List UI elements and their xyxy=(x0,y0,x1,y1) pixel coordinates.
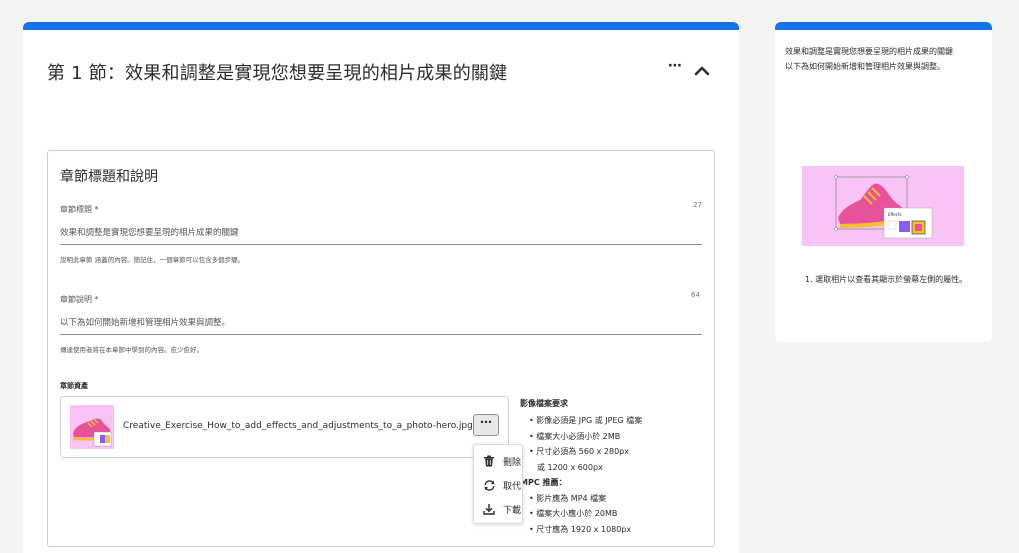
preview-text: 效果和調整是實現您想要呈現的相片成果的關鍵 以下為如何開始新增和管理相片效果與調… xyxy=(785,44,985,74)
preview-title: 效果和調整是實現您想要呈現的相片成果的關鍵 xyxy=(785,47,953,56)
asset-context-menu: 刪除 取代 下載 xyxy=(473,444,523,524)
title-input[interactable]: 效果和調整是實現您想要呈現的相片成果的關鍵 xyxy=(60,226,702,245)
preview-description: 以下為如何開始新增和管理相片效果與調整。 xyxy=(785,62,945,71)
menu-item-replace[interactable]: 取代 xyxy=(474,474,522,496)
preview-step: 1. 選取相片以查看其顯示於螢幕左側的屬性。 xyxy=(805,275,968,284)
preview-image: Effects xyxy=(802,166,964,246)
asset-item: Creative_Exercise_How_to_add_effects_and… xyxy=(60,396,509,458)
title-char-count: 27 xyxy=(693,201,702,209)
title-field-label: 章節標題 * xyxy=(60,205,99,214)
requirement-line: • 影像必須是 JPG 或 JPEG 檔案 xyxy=(529,416,643,425)
requirement-line: • 尺寸必須為 560 x 280px xyxy=(529,447,629,456)
mpc-line: • 尺寸應為 1920 x 1080px xyxy=(529,524,632,534)
preview-accent-bar xyxy=(775,22,992,30)
menu-item-replace-label: 取代 xyxy=(503,481,522,492)
requirements-title: 影像檔案要求 xyxy=(520,399,568,408)
menu-item-download-label: 下載 xyxy=(503,505,522,516)
section-title: 第 1 節：效果和調整是實現您想要呈現的相片成果的關鍵 xyxy=(47,63,508,84)
requirement-line: • 檔案大小必須小於 2MB xyxy=(529,431,621,441)
asset-filename: Creative_Exercise_How_to_add_effects_and… xyxy=(123,421,473,431)
requirement-line: 或 1200 x 600px xyxy=(537,462,603,472)
asset-thumbnail xyxy=(70,405,114,449)
menu-item-delete[interactable]: 刪除 xyxy=(474,450,522,472)
shoe-image: Effects xyxy=(834,175,933,239)
section-details-card: 章節標題和說明 章節標題 * 27 效果和調整是實現您想要呈現的相片成果的關鍵 … xyxy=(47,150,715,547)
trash-icon xyxy=(484,455,494,467)
image-requirements: 影像檔案要求 • 影像必須是 JPG 或 JPEG 檔案 • 檔案大小必須小於 … xyxy=(520,398,680,537)
chevron-up-icon xyxy=(694,66,710,76)
refresh-icon xyxy=(484,479,495,491)
section-card: 第 1 節：效果和調整是實現您想要呈現的相片成果的關鍵 ⋯ 章節標題和說明 章節… xyxy=(23,22,739,553)
mpc-title: MPC 推薦： xyxy=(520,478,567,487)
preview-card: 效果和調整是實現您想要呈現的相片成果的關鍵 以下為如何開始新增和管理相片效果與調… xyxy=(775,22,992,342)
asset-more-button[interactable]: ⋯ xyxy=(473,414,499,436)
collapse-button[interactable] xyxy=(691,60,713,80)
mpc-line: • 影片應為 MP4 檔案 xyxy=(529,493,607,503)
section-more-button[interactable]: ⋯ xyxy=(664,59,686,77)
shoe-image xyxy=(73,418,112,447)
mpc-line: • 檔案大小應小於 20MB xyxy=(529,509,618,518)
menu-item-download[interactable]: 下載 xyxy=(474,498,522,520)
menu-item-delete-label: 刪除 xyxy=(503,457,522,468)
effects-panel-label: Effects xyxy=(888,212,902,217)
title-help-text: 說明此章節 涵蓋的內容。簡記住，一個章節可以包含多個步驟。 xyxy=(60,256,245,264)
description-field-label: 章節說明 * xyxy=(60,295,99,304)
description-help-text: 傳達使用者將在本章節中學到的內容。愈少愈好。 xyxy=(60,346,203,354)
section-accent-bar xyxy=(23,22,739,30)
download-icon xyxy=(483,504,495,515)
description-input[interactable]: 以下為如何開始新增和管理相片效果與調整。 xyxy=(60,316,702,335)
assets-label: 章節資產 xyxy=(60,382,88,390)
details-heading: 章節標題和說明 xyxy=(60,169,158,185)
description-char-count: 64 xyxy=(691,291,700,299)
